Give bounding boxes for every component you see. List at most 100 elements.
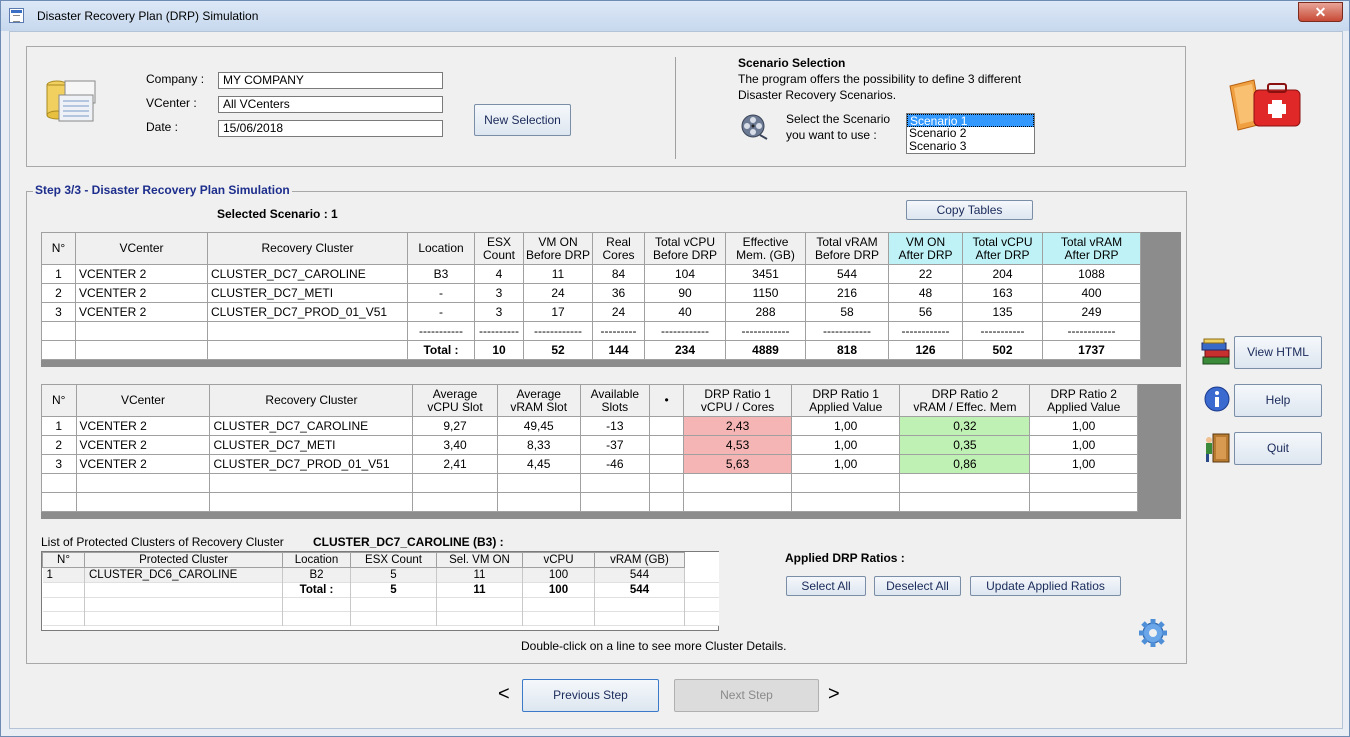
- table-row[interactable]: 2 VCENTER 2 CLUSTER_DC7_METI -3 24 36 90 1150 21…: [41, 283, 1141, 303]
- table-cell: 17: [523, 302, 593, 322]
- lv-cell: 100: [522, 582, 595, 598]
- table-cell: 818: [805, 340, 889, 360]
- col-header-vram-before[interactable]: Total vRAM Before DRP: [805, 232, 889, 265]
- separator-row[interactable]: ----------- ---------- ------------ -------…: [41, 321, 1141, 341]
- col-header-drp-ratio1-applied[interactable]: DRP Ratio 1 Applied Value: [790, 384, 901, 417]
- update-ratios-button[interactable]: Update Applied Ratios: [970, 576, 1121, 596]
- table-cell: 48: [888, 283, 963, 303]
- list-item[interactable]: [42, 611, 719, 626]
- col-header-vram-after[interactable]: Total vRAM After DRP: [1042, 232, 1141, 265]
- col-header-vm-on-after[interactable]: VM ON After DRP: [888, 232, 963, 265]
- table-cell: 3: [41, 454, 77, 474]
- total-row[interactable]: Total :10 52 144 234 4889 818 126 502 1737: [41, 340, 1141, 360]
- table-cell: VCENTER 2: [75, 454, 211, 474]
- list-item[interactable]: Total : 5 11 100 544: [42, 582, 719, 598]
- table-cell: [75, 321, 208, 341]
- scenario-option-3[interactable]: Scenario 3: [907, 140, 1034, 153]
- table-cell: 2,41: [412, 454, 498, 474]
- table-cell: 0,86: [899, 454, 1031, 474]
- company-field[interactable]: MY COMPANY: [218, 72, 443, 89]
- lv-header-location[interactable]: Location: [282, 552, 351, 568]
- table-cell: 135: [962, 302, 1043, 322]
- quit-button[interactable]: Quit: [1234, 432, 1322, 465]
- first-aid-kit-icon: [1226, 76, 1306, 132]
- vcenter-field[interactable]: All VCenters: [218, 96, 443, 113]
- table-cell: VCENTER 2: [75, 435, 211, 455]
- scenario-listbox[interactable]: Scenario 1 Scenario 2 Scenario 3: [906, 113, 1035, 154]
- col-header-vcenter[interactable]: VCenter: [75, 384, 211, 417]
- table-cell: 3: [474, 302, 524, 322]
- col-header-effective-mem[interactable]: Effective Mem. (GB): [725, 232, 806, 265]
- col-header-avg-vram-slot[interactable]: Average vRAM Slot: [496, 384, 581, 417]
- table-cell: [412, 473, 498, 493]
- col-header-avg-vcpu-slot[interactable]: Average vCPU Slot: [412, 384, 498, 417]
- empty-row[interactable]: [41, 473, 1138, 493]
- divider: [675, 57, 676, 159]
- col-header-esx-count[interactable]: ESX Count: [474, 232, 524, 265]
- table-cell: [41, 321, 76, 341]
- table-cell: [1029, 492, 1138, 512]
- col-header-num[interactable]: N°: [41, 232, 76, 265]
- select-all-button[interactable]: Select All: [786, 576, 866, 596]
- table-cell: -----------: [962, 321, 1043, 341]
- lv-cell: 11: [436, 582, 523, 598]
- lv-header-vram[interactable]: vRAM (GB): [594, 552, 685, 568]
- lv-header-vcpu[interactable]: vCPU: [522, 552, 595, 568]
- double-click-hint: Double-click on a line to see more Clust…: [521, 639, 787, 653]
- lv-header-num[interactable]: N°: [42, 552, 85, 568]
- col-header-bullet[interactable]: •: [648, 384, 685, 417]
- col-header-drp-ratio2[interactable]: DRP Ratio 2 vRAM / Effec. Mem: [899, 384, 1031, 417]
- col-header-vcpu-after[interactable]: Total vCPU After DRP: [962, 232, 1043, 265]
- gear-icon[interactable]: [1137, 617, 1169, 649]
- col-header-recovery-cluster[interactable]: Recovery Cluster: [209, 384, 414, 417]
- next-step-button[interactable]: Next Step: [674, 679, 819, 712]
- list-item[interactable]: 1 CLUSTER_DC6_CAROLINE B2 5 11 100 544: [42, 567, 719, 583]
- col-header-available-slots[interactable]: Available Slots: [579, 384, 650, 417]
- col-header-vcenter[interactable]: VCenter: [75, 232, 208, 265]
- lv-cell: 1: [42, 567, 85, 583]
- col-header-real-cores[interactable]: Real Cores: [592, 232, 645, 265]
- table-row[interactable]: 3 VCENTER 2 CLUSTER_DC7_PROD_01_V51-3 17 24 4…: [41, 302, 1141, 322]
- table-cell: 144: [592, 340, 645, 360]
- deselect-all-button[interactable]: Deselect All: [874, 576, 961, 596]
- col-header-drp-ratio1[interactable]: DRP Ratio 1 vCPU / Cores: [683, 384, 792, 417]
- table-cell: -37: [579, 435, 650, 455]
- lv-cell: [684, 567, 719, 583]
- table-cell: [75, 492, 211, 512]
- empty-row[interactable]: [41, 492, 1138, 512]
- table-cell: 234: [644, 340, 726, 360]
- lv-header-esx-count[interactable]: ESX Count: [350, 552, 437, 568]
- table-row[interactable]: 3 VCENTER 2 CLUSTER_DC7_PROD_01_V51 2,41 4,4…: [41, 454, 1138, 474]
- col-header-vm-on-before[interactable]: VM ON Before DRP: [523, 232, 593, 265]
- previous-step-button[interactable]: Previous Step: [522, 679, 659, 712]
- lv-cell: 100: [522, 567, 595, 583]
- help-button[interactable]: Help: [1234, 384, 1322, 417]
- table-row[interactable]: 1 VCENTER 2 CLUSTER_DC7_CAROLINE B3 4 11 84 104…: [41, 264, 1141, 284]
- table-cell: 58: [805, 302, 889, 322]
- table-cell: 52: [523, 340, 593, 360]
- list-item[interactable]: [42, 597, 719, 612]
- table-row[interactable]: 1 VCENTER 2 CLUSTER_DC7_CAROLINE 9,27 49,45-…: [41, 416, 1138, 436]
- col-header-vcpu-before[interactable]: Total vCPU Before DRP: [644, 232, 726, 265]
- table-cell: 40: [644, 302, 726, 322]
- date-field[interactable]: 15/06/2018: [218, 120, 443, 137]
- protected-clusters-listview[interactable]: N° Protected Cluster Location ESX Count …: [41, 551, 719, 631]
- col-header-num[interactable]: N°: [41, 384, 77, 417]
- lv-cell: [84, 582, 283, 598]
- new-selection-button[interactable]: New Selection: [474, 104, 571, 136]
- lv-header-sel-vm-on[interactable]: Sel. VM ON: [436, 552, 523, 568]
- col-header-drp-ratio2-applied[interactable]: DRP Ratio 2 Applied Value: [1029, 384, 1138, 417]
- lv-header-protected-cluster[interactable]: Protected Cluster: [84, 552, 283, 568]
- table-cell: [496, 473, 581, 493]
- table-cell: 24: [523, 283, 593, 303]
- table-cell: 84: [592, 264, 645, 284]
- col-header-recovery-cluster[interactable]: Recovery Cluster: [207, 232, 408, 265]
- view-html-button[interactable]: View HTML: [1234, 336, 1322, 369]
- copy-tables-button[interactable]: Copy Tables: [906, 200, 1033, 220]
- table-cell: 11: [523, 264, 593, 284]
- previous-arrow-icon[interactable]: <: [498, 683, 510, 706]
- next-arrow-icon[interactable]: >: [828, 683, 840, 706]
- close-button[interactable]: ✕: [1298, 2, 1343, 22]
- table-row[interactable]: 2 VCENTER 2 CLUSTER_DC7_METI 3,40 8,33 -37 4,5…: [41, 435, 1138, 455]
- col-header-location[interactable]: Location: [407, 232, 475, 265]
